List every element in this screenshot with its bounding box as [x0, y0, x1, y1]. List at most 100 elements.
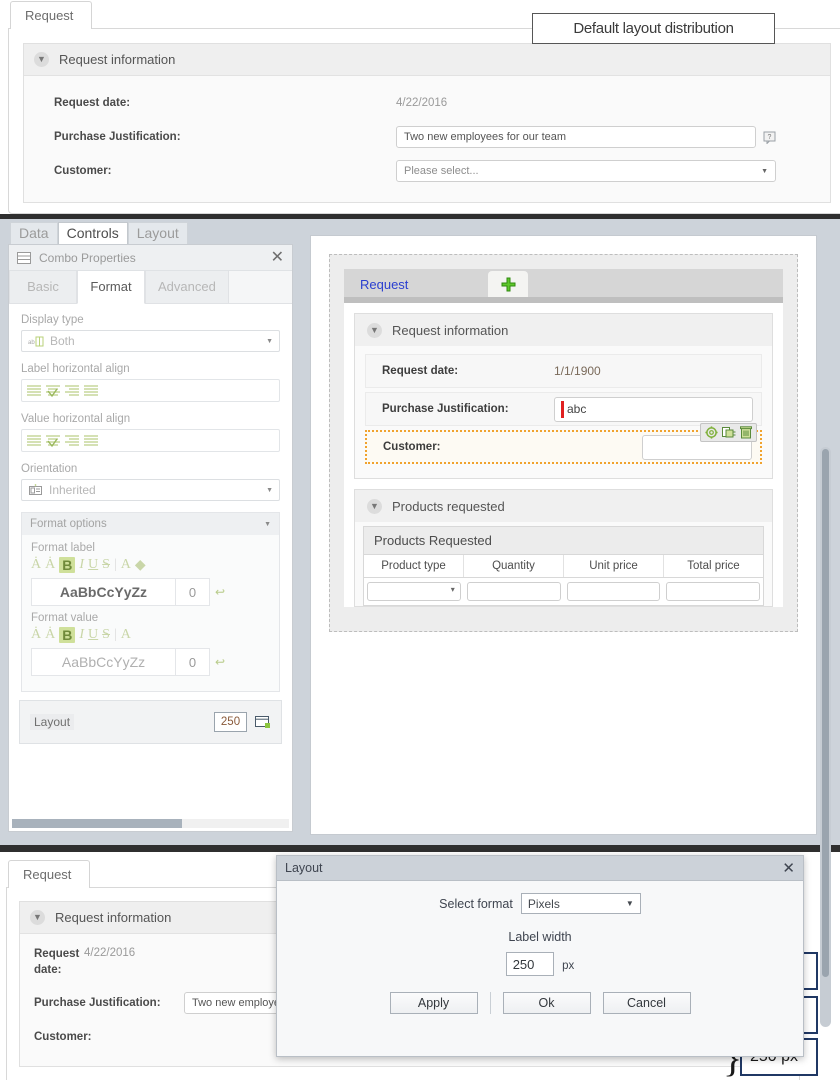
layout-property-value[interactable]: 250 [214, 712, 247, 732]
font-color-icon[interactable]: A [121, 557, 131, 573]
label-line-2: date: [34, 964, 62, 976]
reset-format-label-icon[interactable]: ↩ [215, 585, 225, 599]
chevron-down-icon[interactable]: ▼ [367, 498, 382, 514]
tab-request-bottom[interactable]: Request [8, 860, 91, 888]
align-right-icon[interactable] [64, 433, 81, 448]
align-center-icon[interactable] [45, 383, 62, 398]
top-form-body: ▼ Request information Request date: 4/22… [8, 28, 840, 214]
trash-icon[interactable] [740, 426, 752, 439]
combo-customer-top[interactable]: Please select... ▼ [396, 160, 776, 182]
decrease-font-icon[interactable]: Ȧ [45, 557, 55, 573]
input-purchase-justification-top[interactable]: Two new employees for our team [396, 126, 756, 148]
italic-icon[interactable]: I [79, 557, 84, 573]
highlight-color-icon[interactable]: ◆ [135, 557, 146, 574]
underline-icon[interactable]: U [88, 557, 98, 573]
grid-cell-unit-price[interactable] [566, 582, 661, 601]
canvas-row-request-date[interactable]: Request date: 1/1/1900 [365, 354, 762, 388]
select-display-type[interactable]: ab Both ▼ [21, 330, 280, 352]
grid-cell-total-price[interactable] [666, 582, 760, 601]
align-justify-icon[interactable] [83, 433, 100, 448]
canvas-row-customer-selected[interactable]: Customer: [365, 423, 762, 464]
label-width-input[interactable]: 250 [505, 952, 554, 976]
chevron-down-icon[interactable]: ▼ [264, 521, 271, 528]
align-group-label[interactable] [21, 379, 280, 402]
tab-controls[interactable]: Controls [57, 222, 128, 244]
tab-layout[interactable]: Layout [127, 222, 188, 244]
canvas-panel-header-request-info[interactable]: ▼ Request information [355, 314, 772, 346]
canvas-panel-rows: Request date: 1/1/1900 Purchase Justific… [355, 346, 772, 478]
field-row-purchase-justification-top: Purchase Justification: Two new employee… [36, 120, 818, 154]
properties-header: Combo Properties ✕ [9, 245, 292, 271]
align-right-icon[interactable] [64, 383, 81, 398]
select-format-label: Select format [439, 896, 513, 911]
format-options-header[interactable]: Format options ▼ [22, 513, 279, 535]
canvas-input-value: abc [567, 402, 587, 416]
canvas-input-purchase-justification[interactable]: abc [554, 396, 753, 422]
bold-icon[interactable]: B [59, 627, 76, 643]
italic-icon[interactable]: I [79, 627, 84, 643]
subtab-format[interactable]: Format [77, 271, 145, 304]
tab-data[interactable]: Data [10, 222, 58, 244]
canvas-value-request-date: 1/1/1900 [554, 364, 601, 378]
tab-request-top[interactable]: Request [10, 1, 93, 29]
increase-font-icon[interactable]: Ȧ [31, 557, 41, 573]
canvas-panel-header-products[interactable]: ▼ Products requested [355, 490, 772, 522]
caption-value-horizontal-align: Value horizontal align [21, 413, 131, 425]
cancel-button[interactable]: Cancel [602, 992, 691, 1014]
align-center-icon[interactable] [45, 433, 62, 448]
canvas-row-purchase-justification[interactable]: Purchase Justification: abc [365, 392, 762, 426]
apply-button[interactable]: Apply [389, 992, 478, 1014]
font-color-icon[interactable]: A [121, 627, 131, 643]
toolbar-divider: | [113, 557, 117, 572]
close-icon[interactable]: ✕ [782, 861, 795, 876]
panel-title-bottom: Request information [55, 910, 172, 925]
subtab-advanced[interactable]: Advanced [145, 271, 229, 304]
canvas-tab-request[interactable]: Request [344, 272, 484, 297]
grid-column-total-price: Total price [663, 555, 763, 577]
canvas-products-requested-panel: ▼ Products requested Products Requested … [354, 489, 773, 607]
duplicate-icon[interactable] [722, 426, 736, 439]
field-label-horizontal-align: Label horizontal align [21, 363, 280, 402]
subtab-basic[interactable]: Basic [9, 271, 77, 304]
format-value-size[interactable]: 0 [176, 648, 210, 676]
layout-editor-icon[interactable] [255, 715, 271, 729]
select-format-dropdown[interactable]: Pixels ▼ [520, 893, 641, 914]
grid-cell-quantity[interactable] [466, 582, 561, 601]
field-row-customer-top: Customer: Please select... ▼ [36, 154, 818, 188]
help-bubble-icon-top[interactable]: ? [763, 131, 776, 144]
select-orientation[interactable]: Inherited ▼ [21, 479, 280, 501]
format-label-size[interactable]: 0 [176, 578, 210, 606]
align-left-icon[interactable] [26, 433, 43, 448]
bold-icon[interactable]: B [59, 557, 76, 573]
svg-text:?: ? [768, 134, 772, 141]
chevron-down-icon: ▼ [266, 486, 273, 494]
properties-title: Combo Properties [39, 250, 136, 265]
strikethrough-icon[interactable]: S [102, 627, 110, 643]
decrease-font-icon[interactable]: Ȧ [45, 627, 55, 643]
label-customer-top: Customer: [54, 165, 112, 177]
chevron-down-icon[interactable]: ▼ [34, 52, 49, 67]
chevron-down-icon[interactable]: ▼ [367, 322, 382, 338]
format-options-body: Format label Ȧ Ȧ B I U S | A ◆ AaBbCcY… [22, 535, 279, 691]
canvas-add-tab-button[interactable] [488, 271, 528, 297]
panel-header-top[interactable]: ▼ Request information [24, 44, 830, 76]
grid-caption: Products Requested [364, 527, 763, 555]
align-left-icon[interactable] [26, 383, 43, 398]
align-group-value[interactable] [21, 429, 280, 452]
close-icon[interactable]: ✕ [271, 249, 284, 266]
gear-icon[interactable] [705, 426, 718, 439]
chevron-down-icon: ▼ [266, 337, 273, 345]
increase-font-icon[interactable]: Ȧ [31, 627, 41, 643]
label-purchase-justification-bottom: Purchase Justification: [34, 997, 161, 1009]
chevron-down-icon[interactable]: ▼ [30, 910, 45, 925]
strikethrough-icon[interactable]: S [102, 557, 110, 573]
canvas-panel-title-products: Products requested [392, 498, 505, 514]
format-options-group: Format options ▼ Format label Ȧ Ȧ B I … [21, 512, 280, 692]
layout-dialog-title: Layout [285, 861, 323, 875]
grid-cell-product-type[interactable] [367, 582, 461, 601]
properties-horizontal-scrollbar[interactable] [12, 819, 289, 828]
reset-format-value-icon[interactable]: ↩ [215, 655, 225, 669]
align-justify-icon[interactable] [83, 383, 100, 398]
underline-icon[interactable]: U [88, 627, 98, 643]
ok-button[interactable]: Ok [502, 992, 591, 1014]
